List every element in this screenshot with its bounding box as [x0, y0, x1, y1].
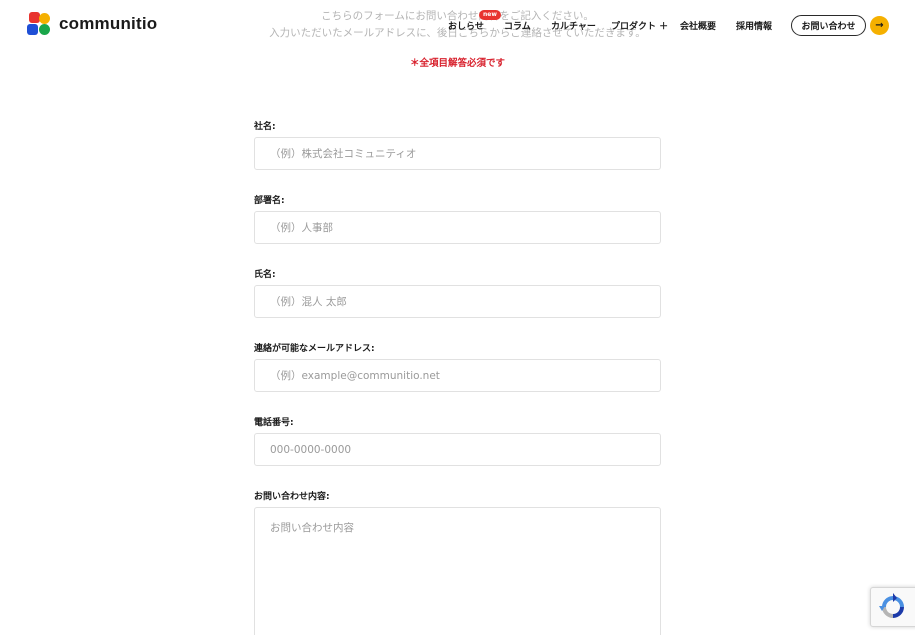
recaptcha-badge[interactable] — [870, 587, 915, 627]
site-header: communitio おしらせ new コラム カルチャー プロダクト ＋ 会社… — [0, 0, 915, 50]
inquiry-textarea[interactable] — [254, 507, 661, 635]
nav-item-product[interactable]: プロダクト ＋ — [611, 19, 668, 32]
nav-item-column[interactable]: コラム — [504, 19, 531, 32]
phone-label: 電話番号: — [254, 418, 294, 428]
department-label: 部署名: — [254, 196, 285, 206]
logo-mark-icon — [27, 12, 53, 36]
name-label: 氏名: — [254, 270, 276, 280]
phone-input[interactable] — [254, 433, 661, 466]
site-logo[interactable]: communitio — [27, 12, 157, 36]
contact-page: こちらのフォームにお問い合わせ内容をご記入ください。 入力いただいたメールアドレ… — [0, 0, 915, 635]
contact-button[interactable]: お問い合わせ — [791, 15, 866, 36]
required-note: ＊全項目解答必須です — [409, 58, 505, 69]
name-input[interactable] — [254, 285, 661, 318]
email-label: 連絡が可能なメールアドレス: — [254, 344, 375, 354]
arrow-right-icon[interactable]: → — [870, 16, 889, 35]
logo-text: communitio — [59, 14, 158, 33]
company-label: 社名: — [254, 122, 276, 132]
recaptcha-icon — [879, 593, 904, 618]
nav-item-news[interactable]: おしらせ — [448, 19, 484, 32]
company-input[interactable] — [254, 137, 661, 170]
new-badge: new — [479, 10, 501, 20]
nav-item-company[interactable]: 会社概要 — [680, 19, 716, 32]
inquiry-label: お問い合わせ内容: — [254, 492, 330, 502]
nav-item-culture[interactable]: カルチャー — [551, 19, 596, 32]
department-input[interactable] — [254, 211, 661, 244]
nav-item-recruit[interactable]: 採用情報 — [736, 19, 772, 32]
email-input[interactable] — [254, 359, 661, 392]
